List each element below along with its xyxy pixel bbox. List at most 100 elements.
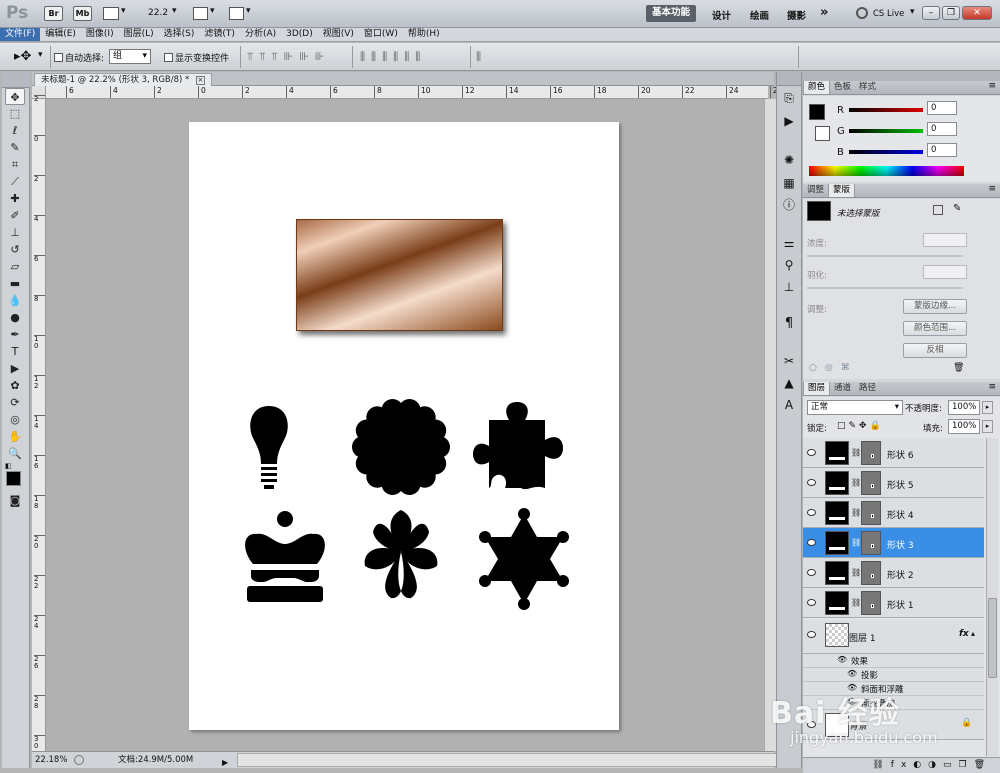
gradient-tool-icon[interactable]: ▬: [5, 275, 25, 292]
status-menu-arrow-icon[interactable]: ▶: [222, 755, 228, 771]
lock-icons[interactable]: □✎✥🔒: [837, 421, 884, 431]
tab-layers[interactable]: 图层: [803, 382, 831, 395]
eye-icon[interactable]: [807, 599, 816, 606]
tool-presets-panel-icon[interactable]: ⊥: [777, 276, 801, 298]
shape-tool-icon[interactable]: ✿: [5, 377, 25, 394]
menu-help[interactable]: 帮助(H): [403, 28, 445, 41]
feather-slider[interactable]: [807, 287, 963, 289]
scrollbar-thumb[interactable]: [988, 598, 997, 678]
mask-edge-button[interactable]: 蒙版边缘...: [903, 299, 967, 314]
path-selection-tool-icon[interactable]: ▶: [5, 360, 25, 377]
layer-row[interactable]: ⛓ 形状 2: [803, 558, 984, 588]
invert-button[interactable]: 反相: [903, 343, 967, 358]
density-slider[interactable]: [807, 255, 963, 257]
marquee-tool-icon[interactable]: ⬚: [5, 105, 25, 122]
b-input[interactable]: 0: [927, 143, 957, 157]
effects-row[interactable]: 👁 效果: [803, 654, 984, 668]
menu-filter[interactable]: 滤镜(T): [199, 28, 240, 41]
minimize-icon[interactable]: –: [922, 6, 940, 20]
history-panel-icon[interactable]: ⎘: [777, 86, 801, 110]
gradient-rectangle-layer[interactable]: [296, 219, 503, 331]
opacity-slider-arrow-icon[interactable]: ▸: [982, 401, 993, 414]
dodge-tool-icon[interactable]: ●: [5, 309, 25, 326]
document-canvas[interactable]: [189, 122, 619, 730]
effect-item-row[interactable]: 👁 投影: [803, 668, 984, 682]
info-panel-icon[interactable]: ⓘ: [777, 194, 801, 216]
show-transform-checkbox[interactable]: [164, 53, 173, 62]
menu-edit[interactable]: 编辑(E): [40, 28, 81, 41]
panel-menu-icon[interactable]: ≡: [988, 382, 996, 392]
arrange-documents-icon[interactable]: [193, 7, 208, 20]
hand-tool-icon[interactable]: ✋: [5, 428, 25, 445]
close-tab-icon[interactable]: ×: [195, 76, 205, 85]
pen-tool-icon[interactable]: ✒: [5, 326, 25, 343]
g-slider[interactable]: [849, 129, 923, 133]
eye-icon[interactable]: [807, 479, 816, 486]
move-tool-icon[interactable]: ✥: [5, 88, 25, 105]
layer-row[interactable]: ⛓ 形状 6: [803, 438, 984, 468]
foreground-color-swatch[interactable]: [6, 471, 21, 486]
eye-icon[interactable]: [807, 449, 816, 456]
cs-live-button[interactable]: CS Live: [873, 9, 904, 19]
quick-mask-icon[interactable]: ◙: [5, 492, 25, 509]
eye-icon[interactable]: [807, 569, 816, 576]
zoom-tool-icon[interactable]: 🔍: [5, 445, 25, 462]
density-input[interactable]: [923, 233, 967, 247]
feather-input[interactable]: [923, 265, 967, 279]
healing-brush-tool-icon[interactable]: ✚: [5, 190, 25, 207]
3d-rotate-tool-icon[interactable]: ⟳: [5, 394, 25, 411]
color-range-button[interactable]: 颜色范围...: [903, 321, 967, 336]
menu-select[interactable]: 选择(S): [159, 28, 200, 41]
workspace-photography-button[interactable]: 摄影: [787, 8, 806, 22]
strip-header[interactable]: [777, 72, 801, 86]
eye-icon[interactable]: 👁: [847, 669, 857, 678]
3d-orbit-tool-icon[interactable]: ◎: [5, 411, 25, 428]
restore-icon[interactable]: ❐: [942, 6, 960, 20]
layer-row[interactable]: ⛓ 形状 5: [803, 468, 984, 498]
vertical-scrollbar[interactable]: [764, 99, 776, 751]
blur-tool-icon[interactable]: 💧: [5, 292, 25, 309]
character-panel-icon[interactable]: A: [777, 394, 801, 416]
layer-row[interactable]: ⛓ 形状 1: [803, 588, 984, 618]
close-icon[interactable]: ✕: [962, 6, 992, 20]
r-input[interactable]: 0: [927, 101, 957, 115]
foreground-color-swatch[interactable]: [809, 104, 825, 120]
background-color-swatch[interactable]: [815, 126, 830, 141]
layer-name[interactable]: 图层 1: [849, 631, 876, 644]
fill-slider-arrow-icon[interactable]: ▸: [982, 420, 993, 433]
sheriff-star-shape[interactable]: [479, 508, 569, 610]
lightbulb-shape[interactable]: [250, 406, 288, 489]
chevron-up-icon[interactable]: ▴: [971, 629, 975, 638]
eye-icon[interactable]: [807, 509, 816, 516]
layer-name[interactable]: 形状 2: [887, 568, 914, 581]
distribute-buttons-icon[interactable]: ⫼⫼⫼⫼⫼⫼: [360, 50, 426, 64]
fx-icon[interactable]: fx: [959, 629, 969, 639]
align-buttons-icon[interactable]: ⫪⫪⫪⊪⊪⊪: [247, 50, 330, 64]
layer-row-layer1[interactable]: 图层 1 fx ▴: [803, 620, 984, 654]
r-slider[interactable]: [849, 108, 923, 112]
document-tab[interactable]: 未标题-1 @ 22.2% (形状 3, RGB/8) * ×: [34, 73, 212, 86]
tab-adjustments[interactable]: 调整: [803, 184, 828, 197]
puzzle-piece-shape[interactable]: [473, 402, 563, 490]
tab-styles[interactable]: 样式: [855, 81, 880, 94]
mini-bridge-button[interactable]: Mb: [73, 6, 92, 21]
bridge-button[interactable]: Br: [44, 6, 63, 21]
history-brush-tool-icon[interactable]: ↺: [5, 241, 25, 258]
workspace-painting-button[interactable]: 绘画: [750, 8, 769, 22]
layer-name[interactable]: 形状 1: [887, 598, 914, 611]
horizontal-scrollbar[interactable]: [237, 753, 777, 767]
layer-row[interactable]: ⛓ 形状 4: [803, 498, 984, 528]
add-pixel-mask-icon[interactable]: [933, 205, 943, 215]
crown-shape[interactable]: [245, 511, 325, 602]
panel-menu-icon[interactable]: ≡: [988, 184, 996, 194]
tab-paths[interactable]: 路径: [855, 382, 880, 395]
layer-row[interactable]: ⛓ 形状 3: [803, 528, 984, 558]
layer-name[interactable]: 形状 3: [887, 538, 914, 551]
menu-3d[interactable]: 3D(D): [281, 28, 318, 41]
zoom-status[interactable]: 22.18%: [35, 752, 67, 768]
workspace-design-button[interactable]: 设计: [712, 8, 731, 22]
auto-select-checkbox[interactable]: [54, 53, 63, 62]
eye-icon[interactable]: [807, 631, 816, 638]
menu-analysis[interactable]: 分析(A): [240, 28, 281, 41]
view-extras-icon[interactable]: [103, 7, 119, 20]
